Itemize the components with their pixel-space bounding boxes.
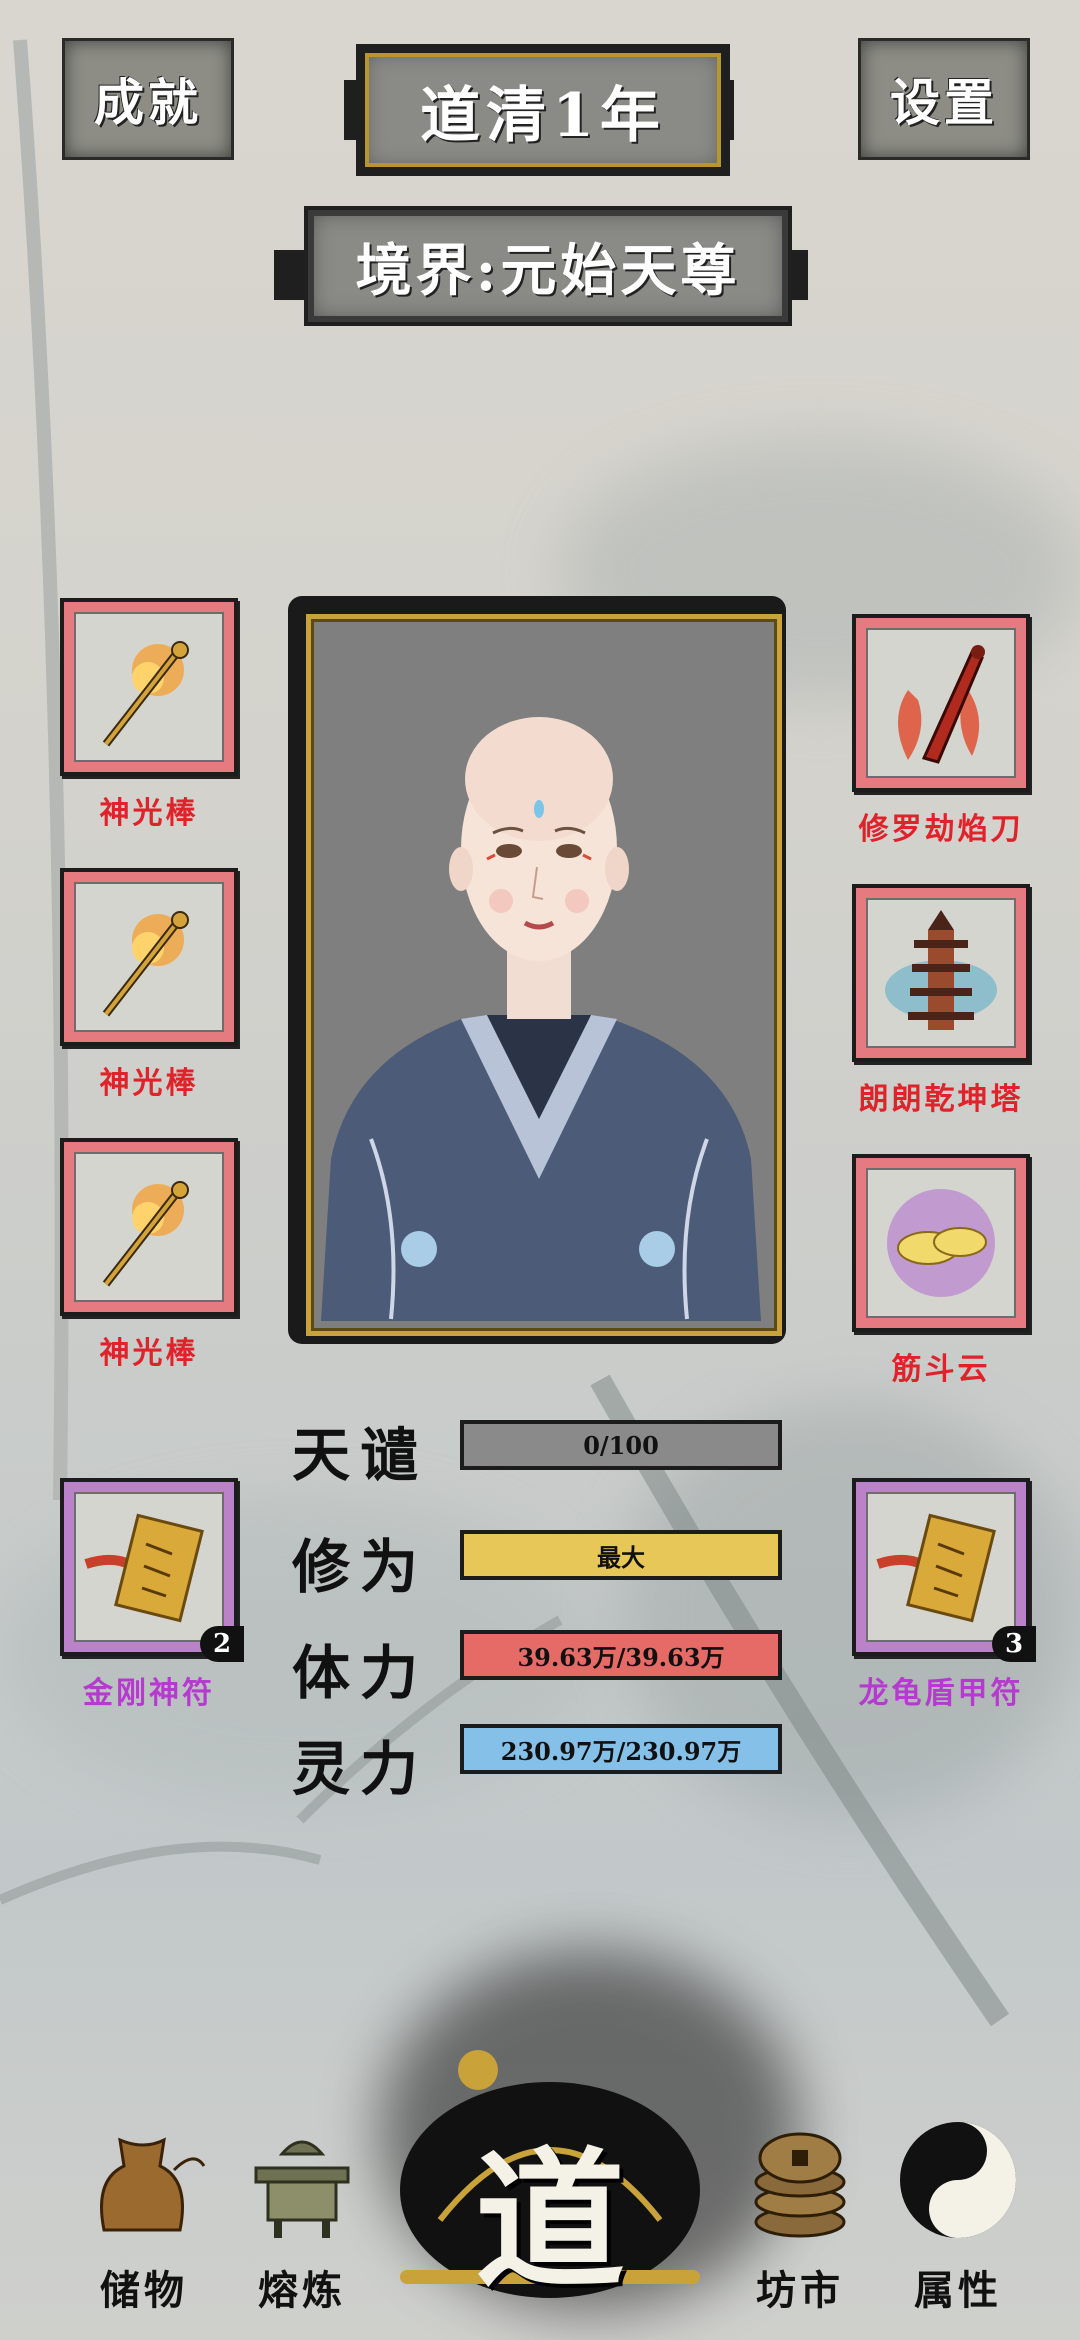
stat-bar-cultivation: 最大	[460, 1530, 782, 1580]
coin-stack-icon	[754, 2132, 846, 2238]
nav-attributes[interactable]: 属性	[888, 2110, 1028, 2314]
nav-market-label: 坊市	[756, 2267, 844, 2314]
stat-label-heaven-punishment: 天谴	[292, 1421, 429, 1489]
equip-name: 神光棒	[99, 1336, 199, 1371]
nav-dao-center[interactable]: 道	[400, 2040, 700, 2309]
equip-slot-right-1[interactable]: 修罗劫焰刀	[852, 614, 1030, 847]
equip-slot-right-3[interactable]: 筋斗云	[852, 1154, 1030, 1387]
achievements-button[interactable]: 成就	[62, 38, 234, 160]
cauldron-icon	[254, 2140, 350, 2238]
stat-value: 最大	[597, 1542, 645, 1572]
stat-bar-stamina: 39.63万/39.63万	[460, 1630, 782, 1680]
stat-bar-spirit: 230.97万/230.97万	[460, 1724, 782, 1774]
talisman-icon	[876, 1513, 996, 1623]
equip-slot-right-2[interactable]: 朗朗乾坤塔	[852, 884, 1030, 1117]
achievements-label: 成就	[94, 73, 202, 132]
settings-label: 设置	[890, 73, 998, 132]
equip-name: 神光棒	[99, 796, 199, 831]
year-text: 道清1年	[420, 80, 666, 151]
equip-name: 修罗劫焰刀	[858, 812, 1024, 847]
talisman-count-badge: 3	[992, 1626, 1036, 1662]
pouch-icon	[100, 2137, 206, 2232]
staff-icon	[102, 911, 189, 1017]
nav-smelt[interactable]: 熔炼	[232, 2110, 372, 2314]
equip-name: 朗朗乾坤塔	[858, 1082, 1024, 1117]
realm-plaque-wing-left	[274, 250, 308, 300]
flame-blade-icon	[898, 645, 985, 764]
talisman-name: 金刚神符	[83, 1676, 215, 1711]
staff-icon	[102, 1181, 189, 1287]
monk-character-illustration	[321, 717, 761, 1321]
equip-name: 筋斗云	[891, 1352, 991, 1387]
equip-slot-left-2[interactable]: 神光棒	[60, 868, 238, 1101]
equip-slot-left-3[interactable]: 神光棒	[60, 1138, 238, 1371]
talisman-slot-right[interactable]: 3 龙龟盾甲符	[852, 1478, 1036, 1711]
nav-storage-label: 储物	[100, 2267, 188, 2314]
realm-text: 境界:元始天尊	[355, 237, 741, 304]
nav-smelt-label: 熔炼	[258, 2267, 346, 2314]
character-portrait[interactable]	[306, 614, 782, 1336]
nav-market[interactable]: 坊市	[730, 2110, 870, 2314]
nav-dao-label: 道	[474, 2133, 625, 2309]
nav-storage[interactable]: 储物	[74, 2110, 214, 2314]
equip-slot-left-1[interactable]: 神光棒	[60, 598, 238, 831]
year-plaque: 道清1年	[356, 44, 730, 176]
stat-label-spirit: 灵力	[292, 1735, 429, 1803]
talisman-icon	[84, 1513, 204, 1623]
equip-name: 神光棒	[99, 1066, 199, 1101]
stat-value: 39.63万/39.63万	[517, 1642, 725, 1672]
realm-plaque: 境界:元始天尊	[304, 206, 792, 326]
nav-attributes-label: 属性	[914, 2267, 1002, 2314]
yin-yang-icon	[900, 2122, 1016, 2238]
pagoda-icon	[885, 910, 997, 1030]
stat-label-stamina: 体力	[292, 1639, 429, 1707]
stat-value: 230.97万/230.97万	[500, 1736, 742, 1766]
settings-button[interactable]: 设置	[858, 38, 1030, 160]
talisman-count-badge: 2	[200, 1626, 244, 1662]
stat-bar-heaven-punishment: 0/100	[460, 1420, 782, 1470]
talisman-slot-left[interactable]: 2 金刚神符	[60, 1478, 244, 1711]
talisman-name: 龙龟盾甲符	[858, 1676, 1024, 1711]
cloud-icon	[887, 1189, 995, 1297]
staff-icon	[102, 641, 189, 747]
stat-value: 0/100	[583, 1430, 659, 1460]
stat-label-cultivation: 修为	[292, 1533, 429, 1601]
